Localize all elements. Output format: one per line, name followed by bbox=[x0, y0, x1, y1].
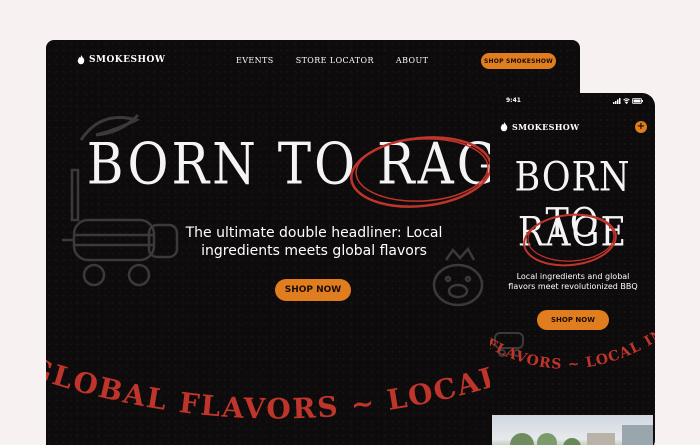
shop-now-button[interactable]: SHOP NOW bbox=[537, 310, 609, 330]
brand-name: SMOKESHOW bbox=[512, 122, 580, 132]
status-icons bbox=[613, 98, 643, 104]
status-bar: 9:41 bbox=[490, 97, 655, 109]
hero-title-part1: BORN TO bbox=[86, 130, 359, 198]
hero-photo bbox=[492, 415, 653, 445]
brand-logo[interactable]: SMOKESHOW bbox=[76, 55, 165, 65]
nav-item-about[interactable]: ABOUT bbox=[396, 56, 428, 65]
hero-subtitle: Local ingredients and global flavors mee… bbox=[508, 272, 638, 291]
trees-illustration bbox=[510, 425, 653, 445]
shop-smokeshow-button[interactable]: SHOP SMOKESHOW bbox=[481, 53, 556, 69]
brand-name: SMOKESHOW bbox=[89, 55, 166, 65]
mobile-mockup: 9:41 SMOKESHOW + BORN TO RAGE Local ingr… bbox=[490, 93, 655, 445]
rage-scribble-circle bbox=[523, 213, 617, 267]
shop-now-button[interactable]: SHOP NOW bbox=[275, 279, 351, 301]
arc-tagline: FLAVORS ~ LOCAL ING bbox=[490, 331, 655, 373]
arc-tagline-text: FLAVORS ~ LOCAL ING bbox=[490, 331, 655, 373]
flame-icon bbox=[500, 122, 508, 132]
brand-logo[interactable]: SMOKESHOW bbox=[499, 122, 580, 132]
nav-links: EVENTS STORE LOCATOR ABOUT bbox=[236, 56, 428, 65]
svg-text:FLAVORS ~ LOCAL ING: FLAVORS ~ LOCAL ING bbox=[490, 331, 655, 373]
top-nav: SMOKESHOW EVENTS STORE LOCATOR ABOUT SHO… bbox=[46, 40, 580, 82]
nav-item-store-locator[interactable]: STORE LOCATOR bbox=[296, 56, 374, 65]
wifi-icon bbox=[623, 98, 630, 104]
battery-icon bbox=[632, 98, 643, 104]
plus-icon[interactable]: + bbox=[635, 121, 647, 133]
signal-icon bbox=[613, 98, 621, 104]
hero-subtitle: The ultimate double headliner: Local ing… bbox=[185, 225, 443, 259]
texture-overlay bbox=[490, 93, 655, 445]
flame-icon bbox=[77, 55, 85, 65]
nav-item-events[interactable]: EVENTS bbox=[236, 56, 274, 65]
status-time: 9:41 bbox=[506, 97, 521, 104]
